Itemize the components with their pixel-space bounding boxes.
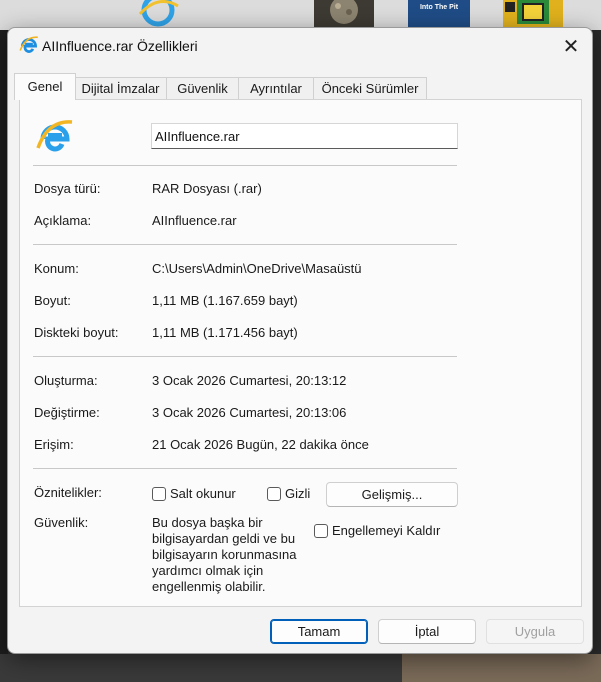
apply-button[interactable]: Uygula: [486, 619, 584, 644]
advanced-button[interactable]: Gelişmiş...: [326, 482, 458, 507]
unblock-label: Engellemeyi Kaldır: [332, 523, 441, 538]
file-type-value: RAR Dosyası (.rar): [152, 181, 262, 196]
accessed-label: Erişim:: [34, 437, 74, 452]
close-icon: ✕: [562, 35, 580, 58]
hidden-label: Gizli: [285, 486, 311, 501]
modified-value: 3 Ocak 2026 Cumartesi, 20:13:06: [152, 405, 347, 420]
tab-details[interactable]: Ayrıntılar: [238, 77, 314, 99]
location-label: Konum:: [34, 261, 79, 276]
separator: [33, 244, 457, 245]
desktop-game-shortcut-icon[interactable]: [503, 0, 563, 28]
close-button[interactable]: ✕: [554, 32, 588, 60]
ok-button[interactable]: Tamam: [270, 619, 368, 644]
read-only-label: Salt okunur: [170, 486, 236, 501]
title-bar[interactable]: AIInfluence.rar Özellikleri ✕: [8, 28, 592, 64]
tab-previous-versions[interactable]: Önceki Sürümler: [313, 77, 427, 99]
unblock-checkbox[interactable]: Engellemeyi Kaldır: [314, 523, 440, 538]
security-label: Güvenlik:: [34, 515, 89, 530]
security-message: Bu dosya başka bir bilgisayardan geldi v…: [152, 515, 297, 594]
tab-digital-signatures[interactable]: Dijital İmzalar: [74, 77, 167, 99]
size-on-disk-label: Diskteki boyut:: [34, 325, 119, 340]
internet-explorer-icon: [35, 117, 75, 157]
desktop-wallpaper-patch: [402, 654, 601, 682]
file-name-field[interactable]: [151, 123, 458, 149]
hidden-checkbox[interactable]: Gizli: [267, 486, 310, 501]
ie-icon: [18, 34, 40, 56]
desktop-into-the-pit-icon[interactable]: Into The Pit: [408, 0, 470, 28]
accessed-value: 21 Ocak 2026 Bugün, 22 dakika önce: [152, 437, 369, 452]
size-on-disk-value: 1,11 MB (1.171.456 bayt): [152, 325, 298, 340]
location-value: C:\Users\Admin\OneDrive\Masaüstü: [152, 261, 362, 276]
separator: [33, 468, 457, 469]
properties-dialog: AIInfluence.rar Özellikleri ✕ Genel Diji…: [7, 27, 593, 654]
modified-label: Değiştirme:: [34, 405, 100, 420]
tab-security[interactable]: Güvenlik: [166, 77, 239, 99]
window-title: AIInfluence.rar Özellikleri: [42, 38, 198, 54]
tab-general[interactable]: Genel: [14, 73, 76, 100]
separator: [33, 165, 457, 166]
checkbox-box[interactable]: [314, 523, 328, 538]
separator: [33, 356, 457, 357]
created-value: 3 Ocak 2026 Cumartesi, 20:13:12: [152, 373, 347, 388]
checkbox-box[interactable]: [152, 486, 166, 501]
size-value: 1,11 MB (1.167.659 bayt): [152, 293, 298, 308]
desktop-ball-shortcut-icon[interactable]: [314, 0, 374, 28]
description-label: Açıklama:: [34, 213, 92, 228]
size-label: Boyut:: [34, 293, 71, 308]
attributes-label: Öznitelikler:: [34, 485, 102, 500]
file-type-label: Dosya türü:: [34, 181, 101, 196]
desktop-edge-right: [593, 30, 601, 682]
description-value: AIInfluence.rar: [152, 213, 237, 228]
desktop-ie-shortcut-icon[interactable]: [134, 0, 184, 28]
created-label: Oluşturma:: [34, 373, 98, 388]
checkbox-box[interactable]: [267, 486, 281, 501]
cancel-button[interactable]: İptal: [378, 619, 476, 644]
read-only-checkbox[interactable]: Salt okunur: [152, 486, 236, 501]
